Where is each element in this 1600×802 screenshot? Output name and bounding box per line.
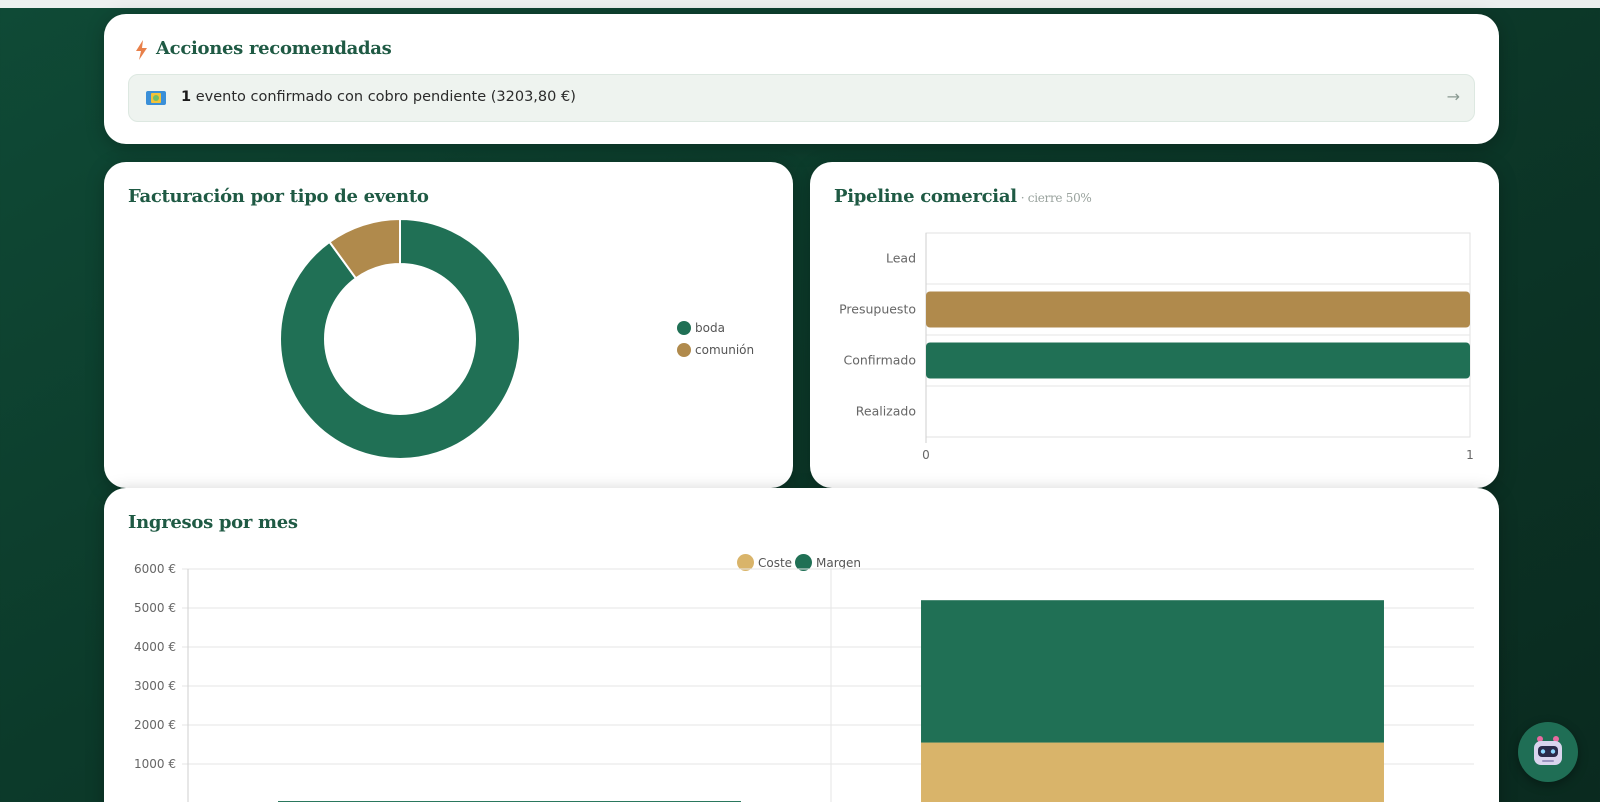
y-tick-label: 2000 €	[134, 718, 176, 732]
legend-swatch	[677, 321, 691, 335]
recommended-actions-title: Acciones recomendadas	[156, 38, 392, 59]
money-icon	[146, 91, 166, 105]
bar-margen	[921, 600, 1384, 743]
y-tick-label: 4000 €	[134, 640, 176, 654]
legend-label: boda	[695, 321, 725, 335]
y-tick-label: 5000 €	[134, 601, 176, 615]
pending-payment-action[interactable]: 1 evento confirmado con cobro pendiente …	[128, 74, 1475, 122]
legend-swatch	[677, 343, 691, 357]
top-edge	[0, 0, 1600, 8]
action-description: evento confirmado con cobro pendiente (3…	[195, 89, 576, 105]
category-label: Realizado	[856, 404, 916, 419]
pipeline-bar-chart: Lead Presupuesto Confirmado Realizado 0 1	[839, 232, 1474, 462]
action-count: 1	[181, 89, 192, 105]
category-label: Confirmado	[843, 353, 916, 368]
monthly-income-card: Ingresos por mes Coste Margen 1000 €2000…	[104, 488, 1499, 802]
legend-label: comunión	[695, 343, 755, 357]
bar-confirmado	[926, 342, 1470, 379]
y-tick-label: 6000 €	[134, 562, 176, 576]
robot-icon	[1534, 736, 1562, 765]
legend-item-boda[interactable]: boda	[677, 321, 725, 335]
legend-item-comunion[interactable]: comunión	[677, 343, 754, 357]
y-tick-label: 3000 €	[134, 679, 176, 693]
arrow-right-icon[interactable]: →	[1447, 87, 1460, 106]
x-tick-label: 1	[1466, 448, 1474, 462]
revenue-by-event-type-card: Facturación por tipo de evento boda comu…	[104, 162, 793, 488]
assistant-bot-button[interactable]	[1518, 722, 1578, 782]
action-text: 1 evento confirmado con cobro pendiente …	[181, 89, 576, 105]
category-label: Presupuesto	[839, 302, 916, 317]
bar-coste	[921, 742, 1384, 802]
sales-pipeline-card: Pipeline comercial · cierre 50% Lead Presu…	[810, 162, 1499, 488]
bar-presupuesto	[926, 291, 1470, 328]
recommended-actions-card: Acciones recomendadas 1 evento confirmad…	[104, 14, 1499, 144]
y-tick-label: 1000 €	[134, 757, 176, 771]
income-stacked-bar-chart: 1000 € 2000 € 3000 € 4000 € 5000 € 6000 €	[134, 562, 1474, 802]
category-label: Lead	[886, 251, 916, 266]
x-tick-label: 0	[922, 448, 930, 462]
lightning-icon	[136, 40, 147, 60]
